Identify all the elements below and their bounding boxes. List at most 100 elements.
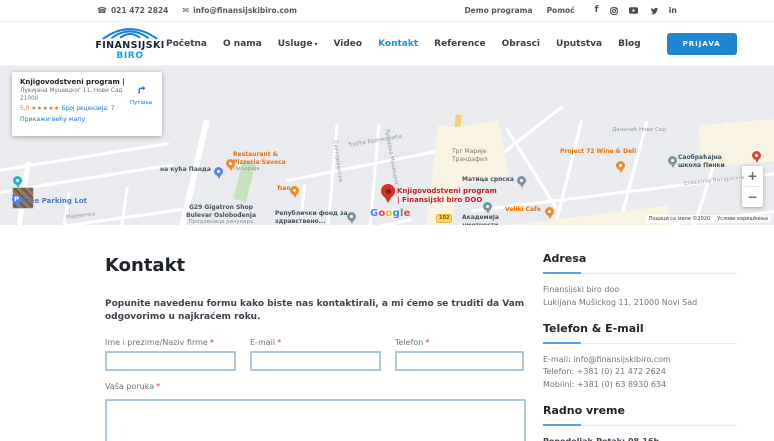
map-poi-label: Саобраћајна школа Пинки (678, 154, 725, 169)
map-pin-gray-icon (483, 202, 492, 214)
youtube-icon[interactable] (628, 7, 638, 14)
zoom-in-button[interactable]: + (742, 166, 763, 186)
prijava-button[interactable]: PRIJAVA (666, 32, 737, 55)
map-pin-orange-icon (290, 186, 299, 198)
contact-intro: Popunite navedenu formu kako biste nas k… (105, 299, 525, 322)
map-pin-orange-icon (226, 159, 235, 171)
map-pin-gray-icon (668, 156, 677, 168)
map-poi-label: Free Parking Lot (22, 197, 87, 205)
nav-reference[interactable]: Reference (434, 39, 485, 49)
divider (543, 423, 737, 426)
name-input[interactable] (105, 351, 236, 372)
phone-field-label: Telefon * (395, 338, 430, 348)
star-rating-icon: ★★★★★ (31, 105, 60, 112)
nav-uputstva[interactable]: Uputstva (556, 39, 602, 49)
map-pin-red-icon (752, 151, 761, 163)
map-poi-label: Републички фонд за здравствено... (275, 210, 348, 225)
map-pin-p-icon (12, 195, 21, 207)
message-field-label: Vaša poruka * (105, 382, 161, 392)
page-title: Kontakt (105, 255, 186, 276)
reviews-link[interactable]: Број рецензија: 7 (62, 106, 115, 112)
map-attribution: Подаци са мапе ©2020 Услови коришћења (645, 215, 771, 223)
map-poi-label: G29 Gigatron Shop Bulevar Oslobođenja Прод… (186, 204, 256, 225)
logo[interactable]: FINANSIJSKI BIRO (94, 26, 166, 61)
logo-arcs-icon (102, 28, 158, 40)
contact-sidebar: Adresa Finansijski biro doo Lukijana Muš… (543, 252, 737, 441)
sidebar-telefon: Telefon: +381 (0) 21 472 2624 (543, 367, 666, 377)
email-field-label: E-mail * (250, 338, 282, 348)
map-road (505, 127, 558, 210)
nav-obrasci[interactable]: Obrasci (502, 39, 540, 49)
map-card-title: Knjigovodstveni program | Fin... (20, 78, 124, 86)
google-map[interactable]: Knjigovodstveni program | Finansijski bi… (0, 66, 774, 225)
map-poi-label: на кућа Панда (160, 166, 211, 173)
content-section: Kontakt Popunite navedenu formu kako bis… (0, 225, 774, 441)
map-card-address: Лукијана Мушицког 11, Нови Сад 21000 (20, 88, 123, 102)
divider (543, 272, 737, 274)
map-poi-label: Трг Марије Трандафил (452, 148, 488, 163)
map-card-rating: 5,0 ★★★★★ Број рецензија: 7 (20, 105, 115, 112)
nav-pocetna[interactable]: Početna (166, 39, 207, 49)
email-address: info@finansijskibiro.com (193, 6, 297, 15)
map-info-card: Knjigovodstveni program | Fin... Лукијан… (12, 72, 162, 136)
envelope-icon: ✉ (182, 6, 190, 15)
view-larger-map-link[interactable]: Прикажи већу мапу (20, 116, 154, 123)
logo-text-line2: BIRO (116, 50, 144, 61)
sidebar-mobilni: Mobilni: +381 (0) 63 8930 634 (543, 380, 667, 390)
message-textarea[interactable] (105, 399, 526, 441)
form-row: Ime i prezime/Naziv firme * E-mail * Telef… (105, 338, 533, 372)
radno-vreme-heading: Radno vreme (543, 403, 625, 417)
map-pin-blue-icon (214, 167, 223, 179)
twitter-icon[interactable] (649, 7, 658, 15)
page: ☎ 021 472 2824 ✉ info@finansijskibiro.co… (0, 0, 774, 441)
map-marker-label: Knjigovodstveni program | Finansijski bi… (397, 187, 497, 205)
road-number-badge: 102 (436, 214, 453, 223)
facebook-icon[interactable]: f (595, 6, 599, 15)
terms-link[interactable]: Услови коришћења (717, 216, 768, 222)
map-road (38, 207, 183, 225)
map-poi-label: АкадемијауметностиНови Сад (462, 214, 499, 225)
map-pin-orange-icon (616, 161, 625, 173)
map-pin-teal-icon (13, 176, 22, 188)
main-nav: FINANSIJSKI BIRO Početna O nama Usluge ▾ … (0, 22, 774, 66)
nav-video[interactable]: Video (333, 39, 362, 49)
nav-menu: Početna O nama Usluge ▾ Video Kontakt Ref… (166, 32, 737, 55)
phone-icon: ☎ (97, 6, 107, 15)
email-link[interactable]: ✉ info@finansijskibiro.com (182, 6, 297, 15)
google-logo: Google (370, 208, 411, 219)
instagram-icon[interactable] (609, 6, 618, 15)
map-poi-label: Ћао (277, 185, 291, 192)
pomoc-link[interactable]: Pomoć (547, 6, 575, 15)
map-pin-gray-icon (347, 212, 356, 224)
telefon-email-heading: Telefon & E-mail (543, 321, 644, 335)
adresa-heading: Adresa (543, 252, 587, 265)
nav-usluge[interactable]: Usluge ▾ (278, 39, 318, 49)
top-bar: ☎ 021 472 2824 ✉ info@finansijskibiro.co… (0, 0, 774, 22)
map-poi-label: Project 72 Wine & Deli (560, 148, 637, 155)
map-zoom-control: + − (742, 166, 763, 207)
nav-blog[interactable]: Blog (618, 39, 641, 49)
phone-link[interactable]: ☎ 021 472 2824 (97, 6, 168, 15)
nav-o-nama[interactable]: O nama (223, 39, 262, 49)
map-road (536, 120, 583, 225)
map-poi-label: Restaurant & Pizzeria Savoca Пицерија (233, 151, 286, 172)
map-street-label: Даничић Нови Сад (612, 127, 667, 133)
directions-button[interactable]: Путања (127, 80, 155, 106)
map-pin-orange-icon (545, 207, 554, 219)
name-field-label: Ime i prezime/Naziv firme * (105, 338, 214, 348)
logo-text-line1: FINANSIJSKI (95, 40, 165, 52)
phone-number: 021 472 2824 (110, 6, 169, 15)
phone-input[interactable] (395, 351, 524, 372)
map-poi-label: Veliki Cafe (505, 206, 541, 213)
linkedin-icon[interactable]: in (669, 6, 677, 15)
demo-programa-link[interactable]: Demo programa (464, 6, 532, 15)
nav-kontakt[interactable]: Kontakt (378, 39, 418, 49)
map-poi-label: Матица српска (462, 176, 514, 183)
map-street-label: Епископа Висариона (683, 174, 745, 188)
map-pin-gray-icon (517, 176, 526, 188)
chevron-down-icon: ▾ (314, 40, 318, 48)
zoom-out-button[interactable]: − (742, 187, 763, 207)
radno-vreme-weekdays: Ponedeljak-Petak: 08-16h (543, 436, 737, 441)
email-input[interactable] (250, 351, 381, 372)
company-name: Finansijski biro doo (543, 285, 620, 294)
